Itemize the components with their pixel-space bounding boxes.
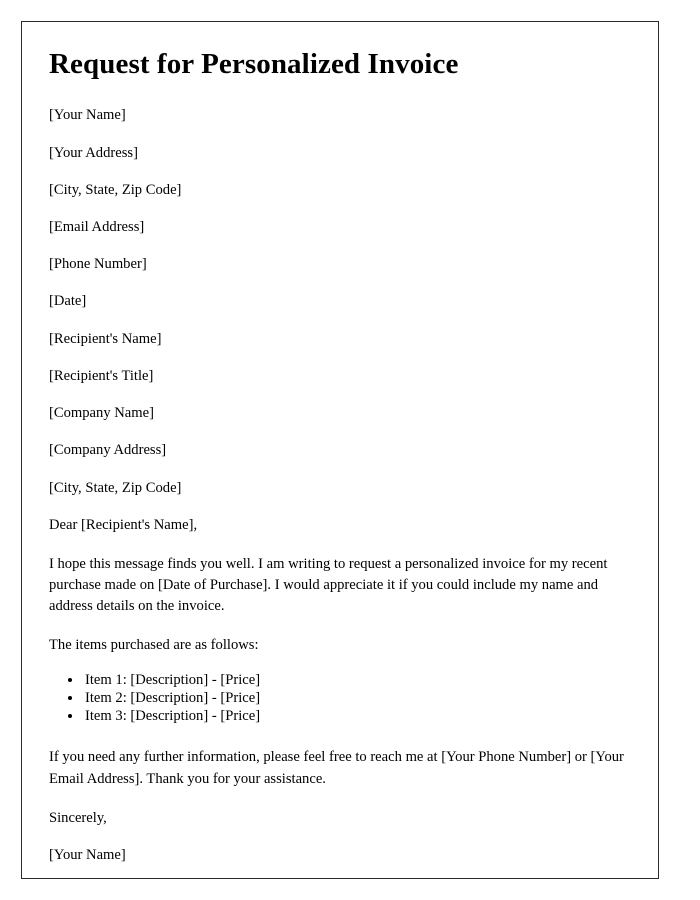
page-title: Request for Personalized Invoice xyxy=(49,48,459,80)
item-list-lead-in: The items purchased are as follows: xyxy=(49,637,259,654)
signature-line: [Your Name] xyxy=(49,846,126,863)
sender-line-phone: [Phone Number] xyxy=(49,256,147,273)
closing-line: Sincerely, xyxy=(49,809,107,826)
body-paragraph: I hope this message finds you well. I am… xyxy=(49,555,608,615)
sender-address-block: [Your Name] [Your Address] [City, State,… xyxy=(49,107,631,310)
sender-line-address: [Your Address] xyxy=(49,144,138,161)
recipient-line-city: [City, State, Zip Code] xyxy=(49,479,182,496)
list-item: Item 2: [Description] - [Price] xyxy=(83,689,631,707)
recipient-line-name: [Recipient's Name] xyxy=(49,330,162,347)
recipient-line-title: [Recipient's Title] xyxy=(49,367,154,384)
sender-line-email: [Email Address] xyxy=(49,219,145,235)
recipient-address-block: [Recipient's Name] [Recipient's Title] [… xyxy=(49,331,631,497)
list-item: Item 3: [Description] - [Price] xyxy=(83,707,631,725)
sender-line-date: [Date] xyxy=(49,293,87,310)
sender-line-city: [City, State, Zip Code] xyxy=(49,181,182,198)
document-page: Request for Personalized Invoice [Your N… xyxy=(21,21,659,879)
list-item: Item 1: [Description] - [Price] xyxy=(83,671,631,689)
purchased-items-list: Item 1: [Description] - [Price] Item 2: … xyxy=(49,671,631,726)
document-body: Request for Personalized Invoice [Your N… xyxy=(22,22,658,878)
recipient-line-company: [Company Name] xyxy=(49,405,154,422)
contact-paragraph: If you need any further information, ple… xyxy=(49,749,624,787)
salutation: Dear [Recipient's Name], xyxy=(49,516,198,533)
recipient-line-address: [Company Address] xyxy=(49,442,167,459)
sender-line-name: [Your Name] xyxy=(49,107,126,124)
